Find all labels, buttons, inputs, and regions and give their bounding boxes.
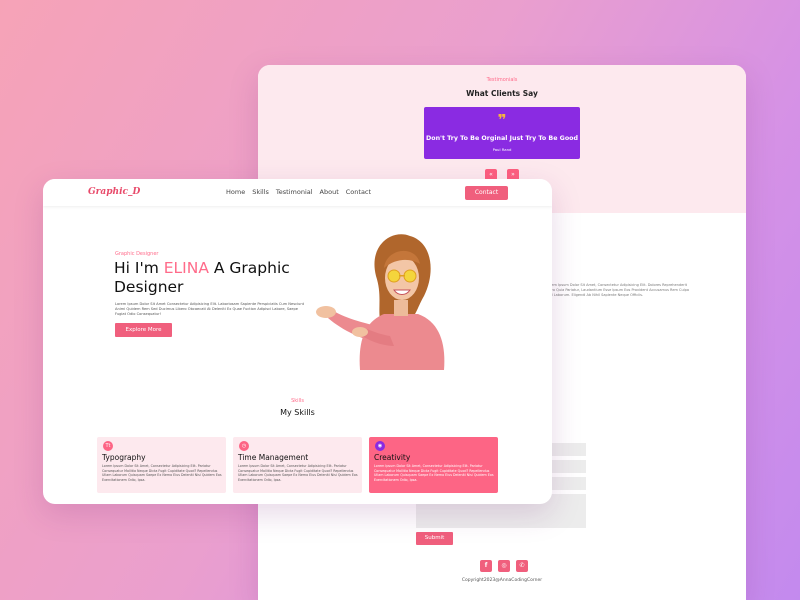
creativity-icon: ◉ — [375, 441, 385, 451]
quote-card: ❞ Don't Try To Be Orginal Just Try To Be… — [424, 107, 580, 159]
nav-testimonial[interactable]: Testimonial — [276, 188, 313, 196]
facebook-icon[interactable]: f — [480, 560, 492, 572]
contact-button[interactable]: Contact — [465, 186, 508, 200]
nav-home[interactable]: Home — [226, 188, 245, 196]
whatsapp-icon[interactable]: ✆ — [516, 560, 528, 572]
hero-description: Lorem Ipsum Dolor Sit Amet Consectetur A… — [115, 302, 305, 316]
nav-links: Home Skills Testimonial About Contact — [226, 188, 371, 196]
front-page-window: Graphic_D Home Skills Testimonial About … — [43, 179, 552, 504]
clock-icon: ◷ — [239, 441, 249, 451]
chevron-left-icon: « — [489, 171, 493, 178]
hero-photo — [316, 234, 445, 370]
logo[interactable]: Graphic_D — [88, 187, 140, 197]
skill-card-text: Lorem Ipsum Dolor Sit Amet, Consectetur … — [374, 464, 494, 482]
contact-paragraph: Lorem Ipsum Dolor Sit Amet, Consectetur … — [546, 283, 690, 297]
skill-card-title: Typography — [102, 453, 146, 462]
quote-text: Don't Try To Be Orginal Just Try To Be G… — [426, 135, 578, 142]
testimonials-kicker: Testimonials — [486, 77, 518, 83]
hero-kicker: Graphic Designer — [115, 251, 159, 257]
nav-contact[interactable]: Contact — [346, 188, 371, 196]
skill-card-title: Creativity — [374, 453, 411, 462]
skill-card-text: Lorem Ipsum Dolor Sit Amet, Consectetur … — [102, 464, 222, 482]
submit-button[interactable]: Submit — [416, 532, 453, 545]
nav-skills[interactable]: Skills — [252, 188, 269, 196]
hero-title-highlight: ELINA — [163, 259, 209, 277]
quote-icon: ❞ — [497, 111, 507, 129]
testimonials-title: What Clients Say — [466, 89, 538, 98]
copyright: Copyright2023@AnnaCodingCorner — [461, 578, 543, 583]
navbar: Graphic_D Home Skills Testimonial About … — [43, 179, 552, 206]
skill-card-time-management[interactable]: ◷ Time Management Lorem Ipsum Dolor Sit … — [233, 437, 362, 493]
skill-card-typography[interactable]: Tt Typography Lorem Ipsum Dolor Sit Amet… — [97, 437, 226, 493]
nav-about[interactable]: About — [320, 188, 339, 196]
instagram-icon[interactable]: ◎ — [498, 560, 510, 572]
skill-card-creativity[interactable]: ◉ Creativity Lorem Ipsum Dolor Sit Amet,… — [369, 437, 498, 493]
skills-title: My Skills — [280, 408, 315, 417]
skill-card-text: Lorem Ipsum Dolor Sit Amet, Consectetur … — [238, 464, 358, 482]
hero-title: Hi I'm ELINA A Graphic Designer — [114, 259, 314, 297]
hero-title-prefix: Hi I'm — [114, 259, 164, 277]
typography-icon: Tt — [103, 441, 113, 451]
quote-author: Paul Rand — [492, 147, 512, 152]
skill-card-title: Time Management — [238, 453, 309, 462]
explore-more-button[interactable]: Explore More — [115, 323, 172, 337]
chevron-right-icon: » — [511, 171, 515, 178]
skills-kicker: Skills — [291, 398, 304, 404]
